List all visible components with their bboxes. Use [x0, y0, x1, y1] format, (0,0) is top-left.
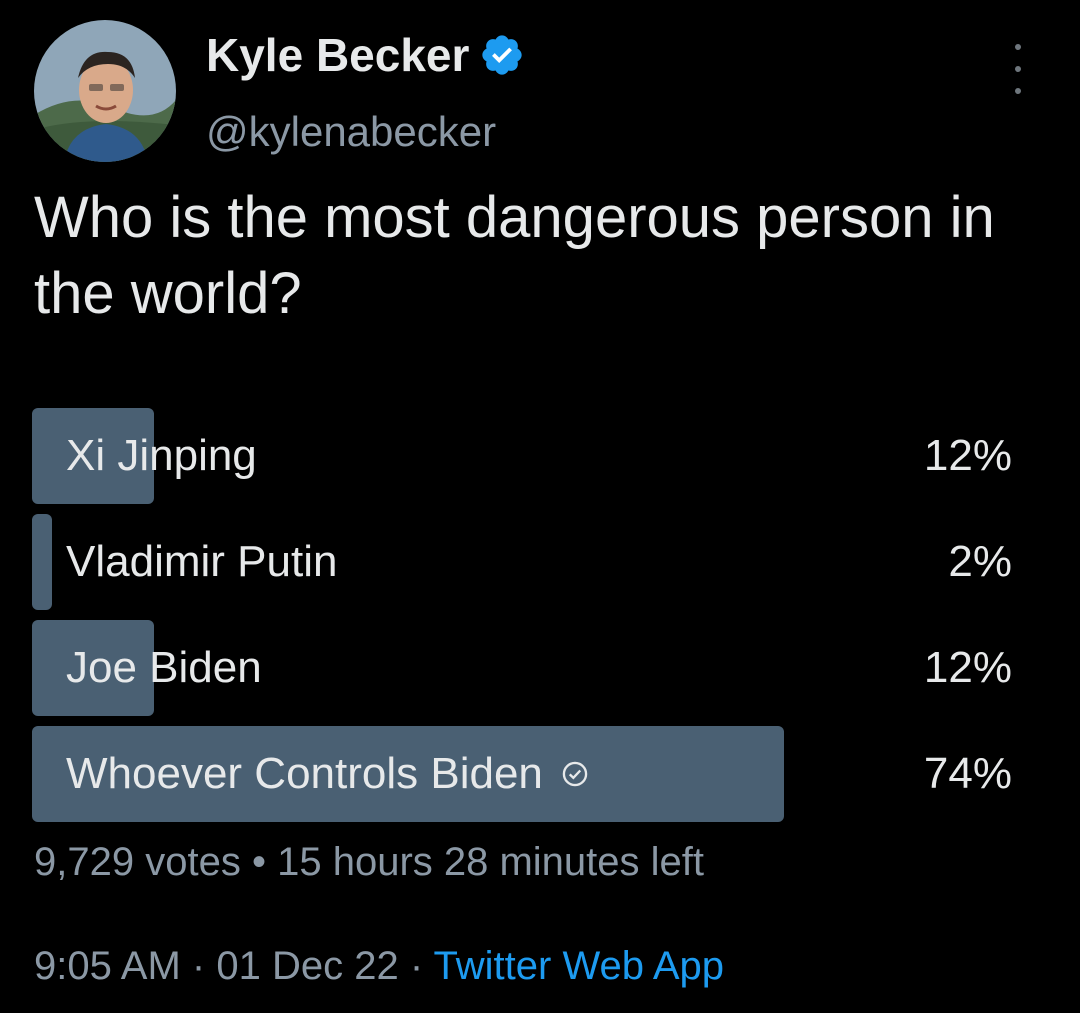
poll-option: Joe Biden 12% [32, 620, 1022, 716]
more-options-icon[interactable] [1010, 44, 1026, 94]
poll-meta-separator: • [251, 840, 266, 884]
poll-option: Whoever Controls Biden 74% [32, 726, 1022, 822]
tweet-date[interactable]: 01 Dec 22 [216, 944, 398, 988]
poll-option-label: Whoever Controls Biden [66, 726, 589, 822]
avatar[interactable] [34, 20, 176, 162]
footer-separator: · [409, 944, 424, 988]
poll-option-text: Xi Jinping [66, 431, 257, 480]
poll-bar [32, 514, 52, 610]
poll-option-percent: 2% [948, 537, 1012, 586]
tweet: Kyle Becker @kylenabecker Who is the mos… [0, 0, 1080, 1013]
poll-time-left: 15 hours 28 minutes left [277, 840, 705, 884]
tweet-time[interactable]: 9:05 AM [34, 944, 181, 988]
tweet-source[interactable]: Twitter Web App [434, 944, 725, 988]
poll-option-text: Whoever Controls Biden [66, 749, 543, 798]
verified-badge-icon [479, 32, 525, 78]
footer-separator: · [191, 944, 206, 988]
poll-meta: 9,729 votes • 15 hours 28 minutes left [34, 840, 704, 885]
check-circle-icon [561, 760, 589, 788]
poll-option-percent: 74% [923, 749, 1012, 798]
author-name[interactable]: Kyle Becker [206, 28, 525, 82]
poll: Xi Jinping 12% Vladimir Putin 2% Joe Bid… [32, 408, 1022, 832]
avatar-photo [34, 20, 176, 162]
poll-option-label: Vladimir Putin [66, 514, 337, 610]
author-handle[interactable]: @kylenabecker [206, 108, 496, 156]
tweet-text: Who is the most dangerous person in the … [34, 185, 995, 326]
tweet-footer: 9:05 AM · 01 Dec 22 · Twitter Web App [34, 944, 724, 989]
poll-option: Xi Jinping 12% [32, 408, 1022, 504]
poll-option-text: Vladimir Putin [66, 537, 338, 586]
poll-option-label: Xi Jinping [66, 408, 257, 504]
poll-option-percent: 12% [923, 431, 1012, 480]
poll-option-label: Joe Biden [66, 620, 262, 716]
poll-votes: 9,729 votes [34, 840, 241, 884]
poll-option: Vladimir Putin 2% [32, 514, 1022, 610]
author-name-text[interactable]: Kyle Becker [206, 28, 469, 82]
poll-option-text: Joe Biden [66, 643, 262, 692]
poll-option-percent: 12% [923, 643, 1012, 692]
